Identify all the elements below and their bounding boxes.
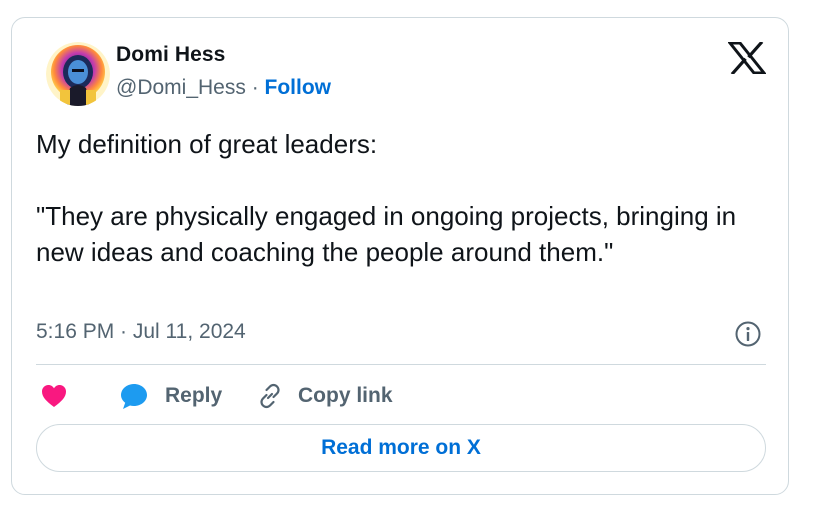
avatar[interactable]: [46, 42, 110, 106]
tweet-timestamp[interactable]: 5:16 PM · Jul 11, 2024: [36, 320, 246, 344]
x-logo-icon[interactable]: [728, 42, 766, 74]
author-handle[interactable]: @Domi_Hess: [116, 76, 246, 99]
reply-button[interactable]: Reply: [119, 380, 222, 412]
copy-link-label: Copy link: [298, 384, 393, 407]
reply-label: Reply: [165, 384, 223, 407]
heart-icon: [42, 385, 66, 407]
handle-separator: ·: [245, 76, 265, 99]
avatar-image: [46, 42, 110, 106]
divider: [36, 364, 766, 365]
author-handle-line: @Domi_Hess · Follow: [116, 76, 331, 100]
speech-bubble-icon: [121, 384, 147, 409]
tweet-card: Domi Hess @Domi_Hess · Follow My definit…: [11, 17, 789, 495]
like-button[interactable]: [40, 380, 68, 412]
link-icon: [260, 383, 280, 409]
copy-link-button[interactable]: Copy link: [256, 380, 393, 412]
follow-button[interactable]: Follow: [265, 76, 332, 99]
info-icon[interactable]: [734, 320, 762, 348]
read-more-button[interactable]: Read more on X: [36, 424, 766, 472]
author-name[interactable]: Domi Hess: [116, 43, 225, 67]
tweet-text: My definition of great leaders: "They ar…: [36, 129, 737, 267]
